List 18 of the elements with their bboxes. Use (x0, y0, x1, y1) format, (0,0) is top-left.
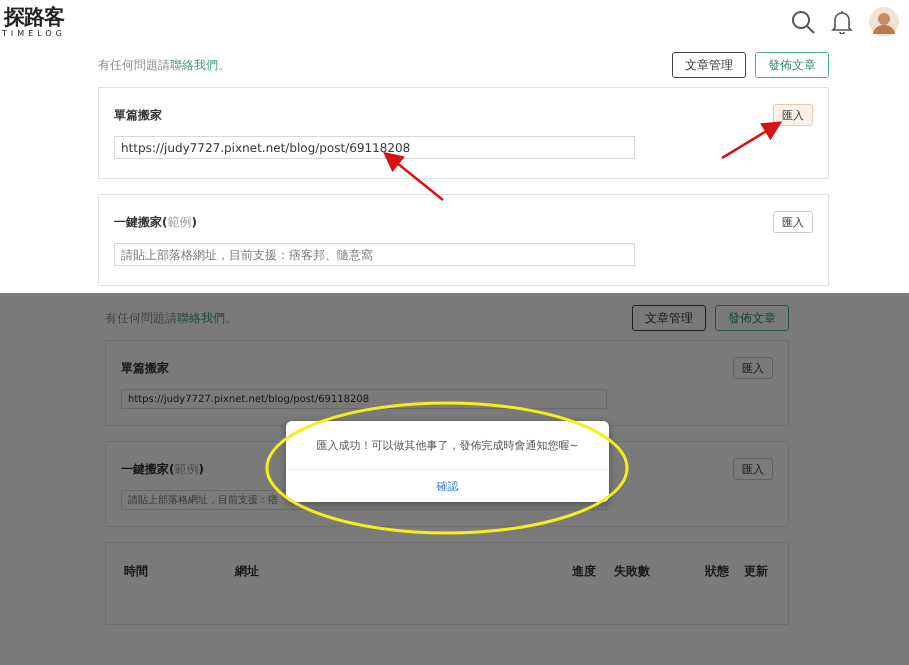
dialog-message: 匯入成功！可以做其他事了，發佈完成時會通知您喔~ (286, 421, 609, 470)
card-title: 一鍵搬家( (114, 214, 168, 230)
column-header: 失敗數 (614, 563, 651, 580)
column-header: 網址 (235, 563, 260, 580)
column-header: 更新 (744, 563, 769, 580)
notice-text: 。 (218, 56, 230, 74)
card-title: ) (198, 462, 204, 476)
notice-text: 有任何問題請 (105, 310, 177, 326)
card-title: 單篇搬家 (114, 106, 162, 124)
column-header: 狀態 (705, 563, 730, 580)
column-header: 時間 (124, 563, 149, 580)
card-title: 一鍵搬家( (121, 460, 174, 478)
card-title: 單篇搬家 (121, 360, 169, 376)
notice-text: 有任何問題請 (98, 56, 170, 74)
card-title: ) (191, 215, 197, 229)
notice-text: 。 (225, 310, 237, 326)
column-header: 進度 (572, 563, 597, 580)
logo-subtitle: TIMELOG (2, 30, 66, 38)
